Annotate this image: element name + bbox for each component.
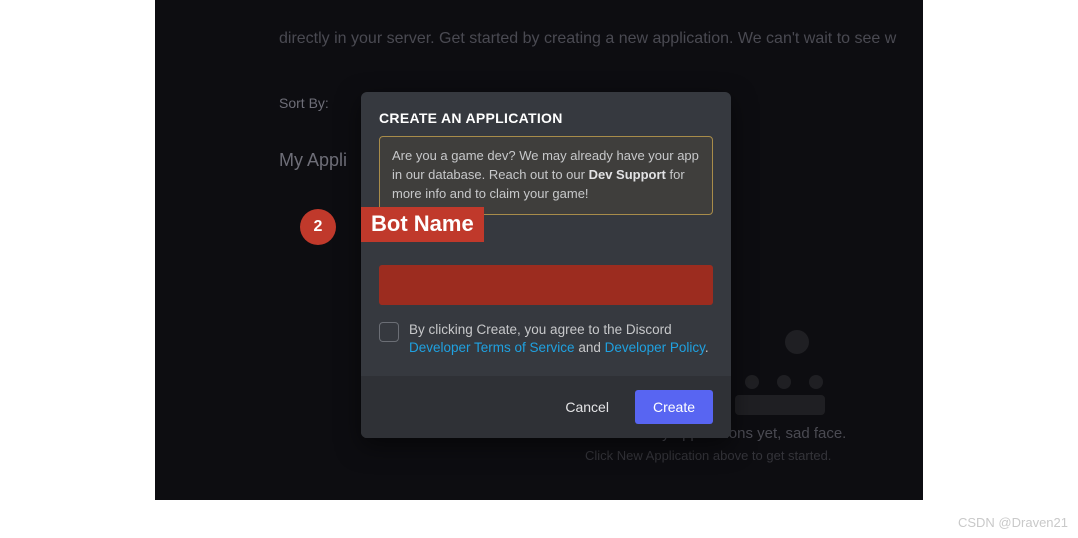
agreement-checkbox[interactable] <box>379 322 399 342</box>
empty-state-illustration <box>735 320 835 415</box>
watermark: CSDN @Draven21 <box>958 515 1068 530</box>
create-application-modal: CREATE AN APPLICATION Are you a game dev… <box>361 92 731 438</box>
agree-prefix: By clicking Create, you agree to the Dis… <box>409 322 672 337</box>
agree-mid: and <box>575 340 605 355</box>
create-button[interactable]: Create <box>635 390 713 424</box>
modal-body: Are you a game dev? We may already have … <box>361 136 731 376</box>
dev-support-link[interactable]: Dev Support <box>589 167 666 182</box>
app-frame: directly in your server. Get started by … <box>155 0 923 500</box>
dev-support-info-box: Are you a game dev? We may already have … <box>379 136 713 215</box>
application-name-input[interactable] <box>379 265 713 305</box>
developer-policy-link[interactable]: Developer Policy <box>605 340 705 355</box>
cancel-button[interactable]: Cancel <box>551 390 623 424</box>
intro-text: directly in your server. Get started by … <box>279 30 896 48</box>
terms-of-service-link[interactable]: Developer Terms of Service <box>409 340 575 355</box>
my-applications-heading: My Appli <box>279 150 347 171</box>
agree-end: . <box>705 340 709 355</box>
modal-footer: Cancel Create <box>361 376 731 438</box>
agreement-row: By clicking Create, you agree to the Dis… <box>379 321 713 365</box>
sort-by-label: Sort By: <box>279 95 329 111</box>
empty-state-subtitle: Click New Application above to get start… <box>585 448 831 463</box>
agreement-text: By clicking Create, you agree to the Dis… <box>409 321 713 359</box>
modal-title: CREATE AN APPLICATION <box>361 92 731 136</box>
annotation-label: Bot Name <box>361 207 484 242</box>
annotation-step-badge: 2 <box>300 209 336 245</box>
